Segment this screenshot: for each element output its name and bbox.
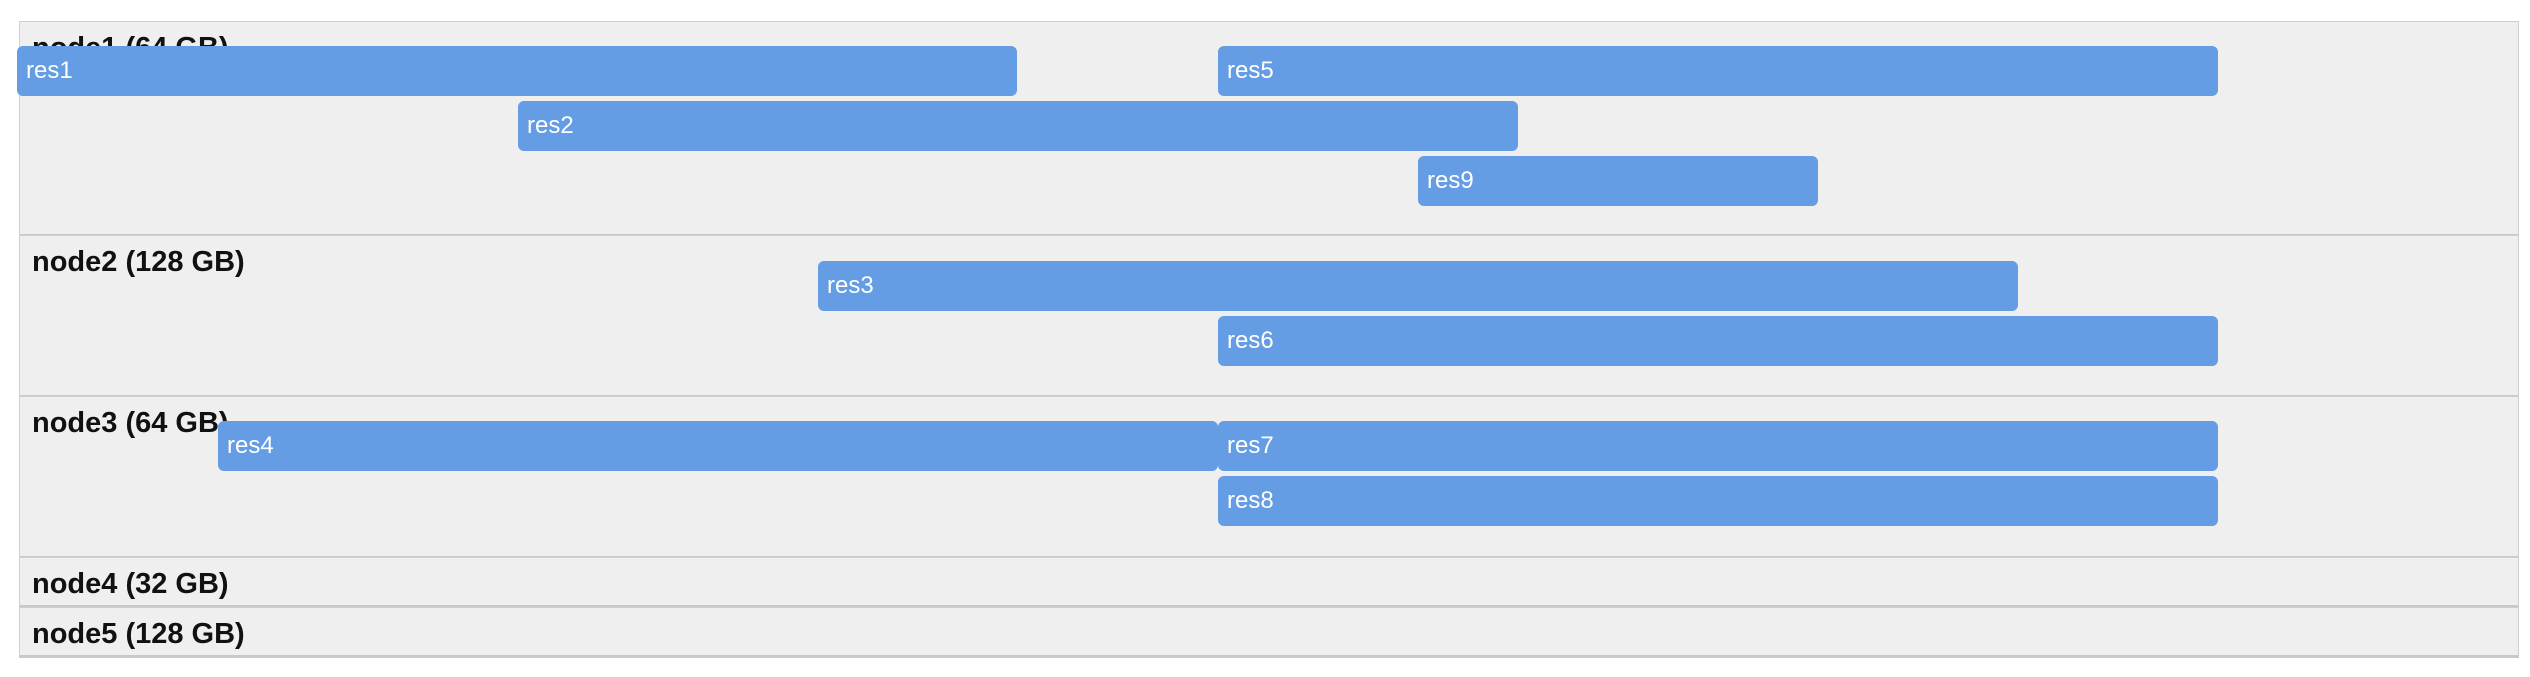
- timeline-item-res4[interactable]: res4: [218, 421, 1218, 471]
- group-label-node2: node2 (128 GB): [32, 246, 245, 278]
- timeline-item-res5[interactable]: res5: [1218, 46, 2218, 96]
- item-label-res8: res8: [1227, 487, 1274, 514]
- timeline-item-res9[interactable]: res9: [1418, 156, 1818, 206]
- item-label-res6: res6: [1227, 327, 1274, 354]
- timeline-item-res7[interactable]: res7: [1218, 421, 2218, 471]
- item-label-res5: res5: [1227, 57, 1274, 84]
- group-row-node5: node5 (128 GB): [19, 607, 2519, 658]
- item-label-res3: res3: [827, 272, 874, 299]
- item-label-res1: res1: [26, 57, 73, 84]
- resource-timeline: node1 (64 GB) node2 (128 GB) node3 (64 G…: [17, 21, 2519, 658]
- timeline-item-res3[interactable]: res3: [818, 261, 2018, 311]
- timeline-item-res6[interactable]: res6: [1218, 316, 2218, 366]
- group-label-node3: node3 (64 GB): [32, 407, 229, 439]
- item-label-res9: res9: [1427, 167, 1474, 194]
- item-label-res4: res4: [227, 432, 274, 459]
- group-row-node4: node4 (32 GB): [19, 557, 2519, 608]
- timeline-item-res8[interactable]: res8: [1218, 476, 2218, 526]
- item-label-res7: res7: [1227, 432, 1274, 459]
- item-label-res2: res2: [527, 112, 574, 139]
- group-label-node5: node5 (128 GB): [32, 618, 245, 650]
- timeline-item-res2[interactable]: res2: [518, 101, 1518, 151]
- group-label-node4: node4 (32 GB): [32, 568, 229, 600]
- timeline-item-res1[interactable]: res1: [17, 46, 1017, 96]
